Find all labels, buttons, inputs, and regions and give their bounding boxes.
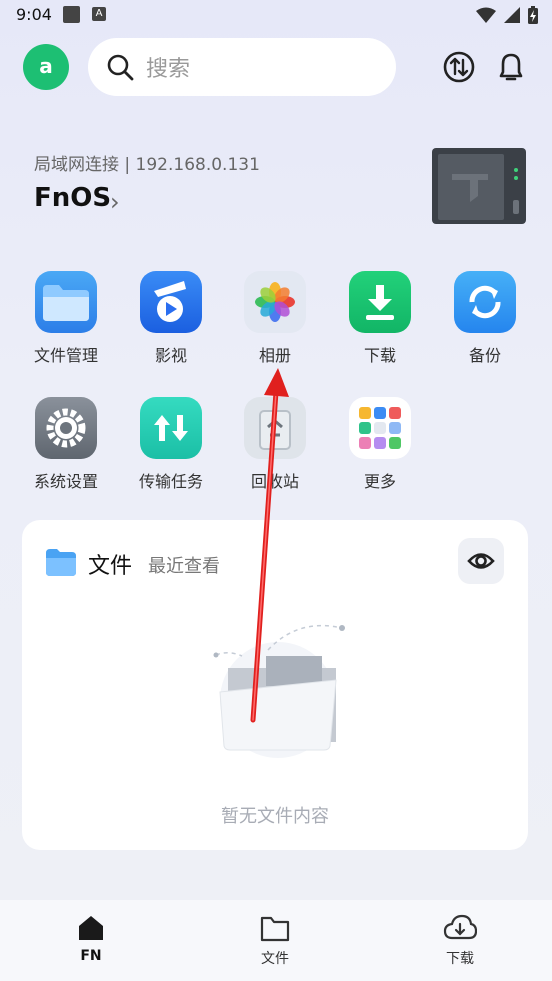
keyboard-notification-icon: A — [92, 7, 106, 21]
app-label: 回收站 — [250, 472, 299, 491]
eye-icon — [467, 553, 495, 569]
empty-folder-illustration — [213, 624, 345, 758]
files-card: 文件 最近查看 暂无文件内容 — [22, 520, 528, 850]
app-photos[interactable]: 相册 — [230, 271, 320, 366]
cloud-download-icon — [443, 914, 478, 940]
transfer-icon — [140, 397, 202, 459]
search-bar[interactable]: 搜索 — [88, 38, 396, 96]
app-video[interactable]: 影视 — [126, 271, 216, 366]
wifi-icon — [476, 7, 496, 23]
card-subtitle[interactable]: 最近查看 — [148, 552, 220, 578]
folder-outline-icon — [260, 916, 290, 942]
eye-toggle-button[interactable] — [458, 538, 504, 584]
app-download[interactable]: 下载 — [335, 271, 425, 366]
app-label: 系统设置 — [33, 472, 98, 491]
app-label: 相册 — [258, 346, 291, 365]
app-label: 备份 — [468, 346, 501, 365]
device-name[interactable]: FnOS — [34, 183, 111, 213]
connection-info: 局域网连接 | 192.168.0.131 — [34, 155, 260, 175]
recycle-bin-icon — [244, 397, 306, 459]
nav-label: 下载 — [446, 951, 474, 967]
app-recycle-bin[interactable]: 回收站 — [230, 397, 320, 492]
search-placeholder: 搜索 — [146, 57, 191, 82]
photos-icon — [244, 271, 306, 333]
nav-label: FN — [80, 948, 102, 964]
nas-device-image — [432, 148, 526, 224]
battery-icon — [528, 6, 538, 24]
folder-icon — [35, 271, 97, 333]
nav-item-files[interactable]: 文件 — [225, 900, 325, 968]
status-time: 9:04 — [16, 5, 52, 24]
app-file-manager[interactable]: 文件管理 — [21, 271, 111, 366]
app-transfer-tasks[interactable]: 传输任务 — [126, 397, 216, 492]
user-avatar[interactable]: a — [23, 44, 69, 90]
app-label: 影视 — [154, 346, 187, 365]
chevron-right-icon[interactable]: › — [110, 188, 120, 216]
backup-icon — [454, 271, 516, 333]
signal-icon — [504, 7, 520, 23]
home-icon — [79, 916, 103, 940]
video-icon — [140, 271, 202, 333]
nav-label: 文件 — [261, 951, 289, 967]
bell-icon[interactable] — [494, 50, 528, 84]
app-backup[interactable]: 备份 — [440, 271, 530, 366]
folder-icon — [46, 549, 76, 576]
nav-item-fn[interactable]: FN — [41, 900, 141, 964]
search-icon — [107, 54, 134, 81]
more-apps-icon — [349, 397, 411, 459]
status-bar: 9:04 A — [0, 0, 552, 30]
app-label: 更多 — [363, 472, 396, 491]
app-label: 文件管理 — [33, 346, 98, 365]
app-label: 下载 — [363, 346, 396, 365]
app-system-settings[interactable]: 系统设置 — [21, 397, 111, 492]
download-icon — [349, 271, 411, 333]
sync-transfer-icon[interactable] — [442, 50, 476, 84]
bottom-navigation: FN 文件 下载 — [0, 900, 552, 981]
notification-icon — [63, 6, 80, 23]
settings-icon — [35, 397, 97, 459]
card-title: 文件 — [88, 554, 133, 579]
app-more[interactable]: 更多 — [335, 397, 425, 492]
nav-item-download[interactable]: 下载 — [410, 900, 510, 968]
app-label: 传输任务 — [138, 472, 203, 491]
empty-state-text: 暂无文件内容 — [221, 806, 329, 827]
